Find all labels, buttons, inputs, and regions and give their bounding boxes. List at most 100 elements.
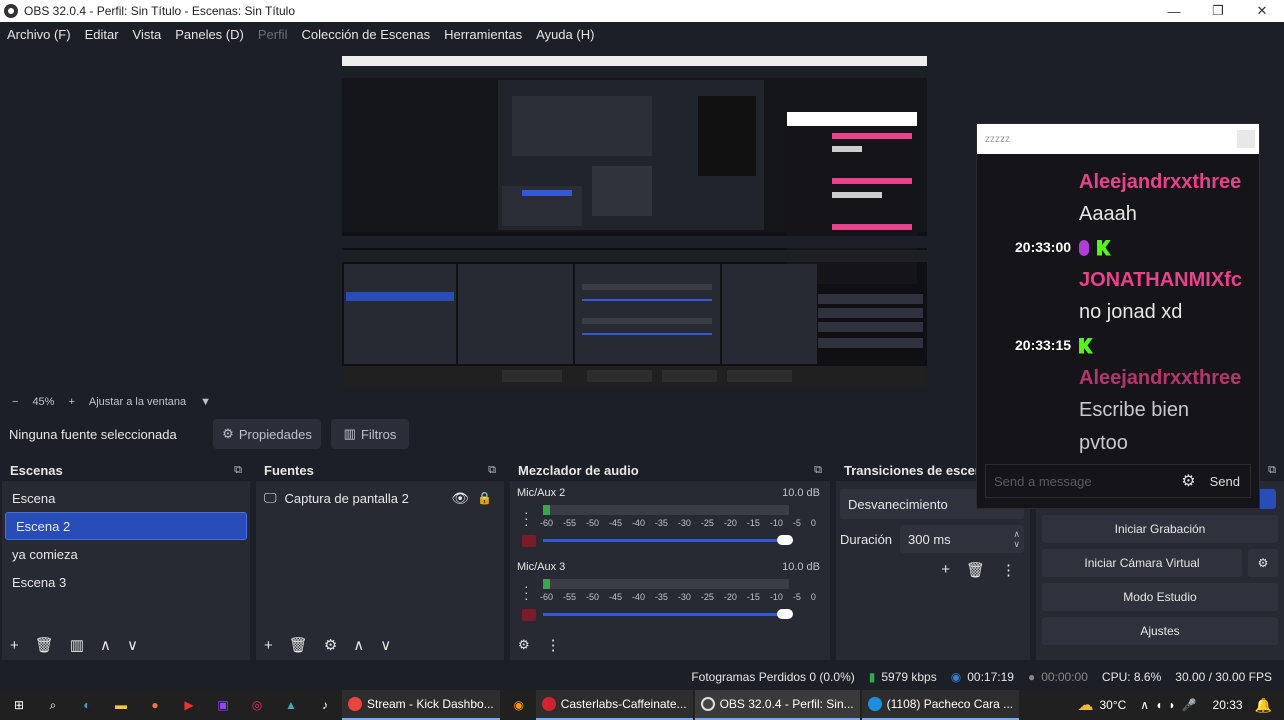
- source-item[interactable]: 🖵 Captura de pantalla 2 👁 🔒: [256, 484, 504, 512]
- zoom-in-button[interactable]: +: [68, 396, 74, 408]
- move-up-icon[interactable]: ∧: [100, 636, 111, 654]
- weather-icon: ☁: [1077, 697, 1094, 714]
- app-icon[interactable]: ▲: [280, 694, 302, 716]
- move-up-icon[interactable]: ∧: [353, 636, 364, 654]
- trash-icon[interactable]: 🗑: [966, 561, 985, 579]
- filters-button[interactable]: ▥ Filtros: [331, 419, 409, 449]
- edge-icon: [867, 697, 882, 711]
- close-button[interactable]: ✕: [1240, 0, 1284, 22]
- menu-coleccion-escenas[interactable]: Colección de Escenas: [301, 27, 430, 42]
- send-button[interactable]: Send: [1210, 474, 1240, 489]
- window-title: OBS 32.0.4 - Perfil: Sin Título - Escena…: [24, 4, 296, 18]
- windows-start-icon[interactable]: ⊞: [8, 694, 30, 716]
- studio-mode-button[interactable]: Modo Estudio: [1042, 583, 1278, 611]
- properties-button[interactable]: ⚙ Propiedades: [213, 419, 321, 449]
- filter-icon[interactable]: ▥: [70, 636, 84, 654]
- chevron-down-icon[interactable]: ▼: [200, 396, 211, 408]
- move-down-icon[interactable]: ∨: [380, 636, 391, 654]
- fit-window-label[interactable]: Ajustar a la ventana: [89, 396, 186, 408]
- scene-item[interactable]: ya comieza: [2, 540, 250, 568]
- add-source-icon[interactable]: +: [264, 637, 273, 654]
- mute-icon[interactable]: [522, 535, 536, 547]
- gear-icon[interactable]: ⚙: [1248, 549, 1278, 577]
- scale-tick: -50: [585, 592, 599, 602]
- tiktok-icon[interactable]: ♪: [314, 694, 336, 716]
- menu-paneles[interactable]: Paneles (D): [175, 27, 244, 42]
- gear-icon[interactable]: ⚙: [324, 636, 337, 654]
- slider-knob[interactable]: [777, 609, 793, 619]
- menu-archivo[interactable]: Archivo (F): [7, 27, 71, 42]
- meter-level: [543, 505, 551, 515]
- twitch-icon[interactable]: ▣: [212, 694, 234, 716]
- scene-item[interactable]: Escena 3: [2, 568, 250, 596]
- obs-logo-icon: [4, 4, 18, 18]
- taskbar-app-casterlabs[interactable]: Casterlabs-Caffeinate...: [535, 690, 693, 720]
- gear-icon[interactable]: ⚙: [1181, 471, 1195, 491]
- popout-icon[interactable]: ⧉: [234, 464, 242, 477]
- folder-icon[interactable]: ▬: [110, 694, 132, 716]
- trash-icon[interactable]: 🗑: [289, 636, 308, 654]
- tray-icons[interactable]: ∧◖◗🎤: [1140, 698, 1202, 712]
- mute-icon[interactable]: [522, 609, 536, 621]
- audio-mixer-dock: Mezclador de audio ⧉ Mic/Aux 2 10.0 dB ·…: [510, 459, 830, 660]
- taskbar-app-obs[interactable]: OBS 32.0.4 - Perfil: Sin...: [694, 690, 860, 720]
- spin-arrows-icon[interactable]: ∧ ∨: [1013, 529, 1020, 549]
- menu-herramientas[interactable]: Herramientas: [444, 27, 522, 42]
- chat-input[interactable]: Send a message ⚙ Send: [985, 464, 1251, 498]
- notification-icon[interactable]: 🔔: [1255, 697, 1272, 714]
- taskbar-app-browser[interactable]: (1108) Pacheco Cara ...: [861, 690, 1020, 720]
- advanced-audio-icon[interactable]: ⚙: [518, 637, 530, 653]
- clock[interactable]: 20:33: [1213, 698, 1243, 712]
- stream-icon: ◉: [950, 670, 962, 684]
- weather[interactable]: ☁ 30°C: [1077, 695, 1126, 715]
- add-scene-icon[interactable]: +: [10, 637, 19, 654]
- instagram-icon[interactable]: ◎: [246, 694, 268, 716]
- search-icon[interactable]: ⌕: [42, 694, 64, 716]
- menu-ayuda[interactable]: Ayuda (H): [536, 27, 594, 42]
- more-icon[interactable]: ⋮: [546, 636, 561, 654]
- popout-icon[interactable]: ⧉: [814, 464, 822, 477]
- more-icon[interactable]: · · ·: [524, 579, 529, 605]
- filters-label: Filtros: [360, 426, 397, 442]
- scale-tick: -20: [723, 592, 737, 602]
- zoom-out-button[interactable]: −: [12, 396, 18, 408]
- maximize-button[interactable]: ❐: [1196, 0, 1240, 22]
- minimize-button[interactable]: —: [1152, 0, 1196, 22]
- trash-icon[interactable]: 🗑: [35, 636, 54, 654]
- track-name: Mic/Aux 3: [517, 561, 566, 573]
- scale-tick: -60: [540, 592, 554, 602]
- move-down-icon[interactable]: ∨: [127, 636, 138, 654]
- temperature: 30°C: [1099, 698, 1127, 712]
- taskbar-app-label: OBS 32.0.4 - Perfil: Sin...: [719, 697, 854, 711]
- menu-editar[interactable]: Editar: [85, 27, 119, 42]
- taskbar-app-label: Stream - Kick Dashbo...: [367, 697, 494, 711]
- app-icon[interactable]: ◉: [508, 694, 530, 716]
- youtube-icon[interactable]: ▶: [178, 694, 200, 716]
- slider-knob[interactable]: [777, 535, 793, 545]
- more-icon[interactable]: ⋮: [1001, 561, 1016, 579]
- volume-slider[interactable]: [543, 609, 793, 619]
- close-icon[interactable]: [1237, 130, 1255, 148]
- sources-header: Fuentes ⧉: [256, 459, 504, 481]
- scene-item-selected[interactable]: Escena 2: [5, 512, 247, 540]
- more-icon[interactable]: · · ·: [524, 505, 529, 531]
- popout-icon[interactable]: ⧉: [1268, 464, 1276, 477]
- settings-button[interactable]: Ajustes: [1042, 617, 1278, 645]
- start-recording-button[interactable]: Iniciar Grabación: [1042, 515, 1278, 543]
- chat-message: Escribe bien pvtoo: [1079, 399, 1190, 454]
- add-transition-icon[interactable]: +: [941, 561, 950, 579]
- volume-slider[interactable]: [543, 535, 793, 545]
- chat-message: no jonad xd: [1079, 301, 1183, 323]
- eye-icon[interactable]: 👁: [451, 490, 469, 507]
- scene-item[interactable]: Escena: [2, 484, 250, 512]
- start-virtual-camera-button[interactable]: Iniciar Cámara Virtual: [1042, 549, 1242, 577]
- popout-icon[interactable]: ⧉: [488, 464, 496, 477]
- preview-canvas[interactable]: [342, 56, 927, 386]
- firefox-icon[interactable]: ●: [144, 694, 166, 716]
- edge-icon[interactable]: ◐: [76, 694, 98, 716]
- menu-vista[interactable]: Vista: [133, 27, 162, 42]
- taskbar-app-stream[interactable]: Stream - Kick Dashbo...: [342, 690, 500, 720]
- duration-spinbox[interactable]: 300 ms ∧ ∨: [900, 525, 1024, 553]
- lock-icon[interactable]: 🔒: [477, 491, 492, 505]
- sources-dock: Fuentes ⧉ 🖵 Captura de pantalla 2 👁 🔒 + …: [256, 459, 504, 660]
